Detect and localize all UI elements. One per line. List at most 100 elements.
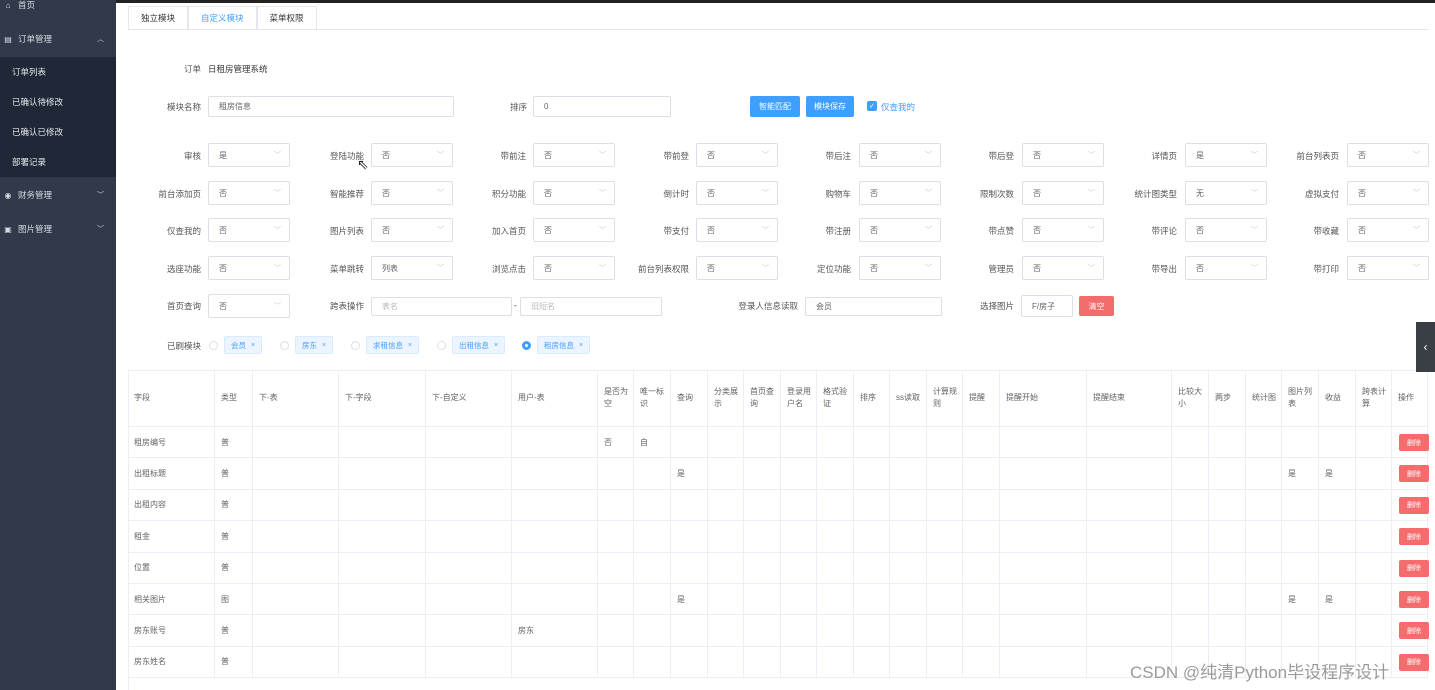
- table-cell: [817, 646, 854, 679]
- cross-table-name-input[interactable]: 表名: [371, 297, 512, 316]
- option-select[interactable]: 是 ﹀: [208, 143, 290, 167]
- module-radio[interactable]: [522, 341, 531, 350]
- option-select[interactable]: 否 ﹀: [533, 218, 615, 242]
- option-select[interactable]: 否 ﹀: [1022, 181, 1104, 205]
- module-save-button[interactable]: 模块保存: [806, 96, 854, 117]
- tab-menu-permission[interactable]: 菜单权限: [256, 6, 317, 29]
- option-select[interactable]: 否 ﹀: [1022, 256, 1104, 280]
- close-icon[interactable]: ×: [322, 342, 326, 349]
- option-select[interactable]: 否 ﹀: [1347, 218, 1429, 242]
- clear-image-button[interactable]: 清空: [1079, 296, 1114, 316]
- option-select[interactable]: 否 ﹀: [859, 143, 941, 167]
- option-select[interactable]: 否 ﹀: [696, 256, 778, 280]
- option-select[interactable]: 否 ﹀: [1185, 256, 1267, 280]
- module-radio[interactable]: [437, 341, 446, 350]
- option-select[interactable]: 否 ﹀: [208, 218, 290, 242]
- option-select[interactable]: 否 ﹀: [1347, 181, 1429, 205]
- table-cell: [927, 489, 963, 522]
- close-icon[interactable]: ×: [579, 342, 583, 349]
- chevron-down-icon: ﹀: [1088, 190, 1095, 197]
- sidebar-item-deploy-records[interactable]: 部署记录: [0, 147, 116, 177]
- option-select[interactable]: 否 ﹀: [1185, 218, 1267, 242]
- table-cell: [1319, 552, 1356, 584]
- option-select[interactable]: 否 ﹀: [208, 256, 290, 280]
- module-radio[interactable]: [351, 341, 360, 350]
- sidebar-item-order-management[interactable]: ▤ 订单管理 ︿: [0, 24, 116, 54]
- option-select[interactable]: 否 ﹀: [696, 143, 778, 167]
- option-select[interactable]: 否 ﹀: [1022, 143, 1104, 167]
- close-icon[interactable]: ×: [251, 342, 255, 349]
- option-select[interactable]: 否 ﹀: [533, 143, 615, 167]
- option-select[interactable]: 否 ﹀: [696, 218, 778, 242]
- delete-button[interactable]: 删除: [1399, 434, 1429, 451]
- close-icon[interactable]: ×: [494, 342, 498, 349]
- top-bar: [116, 0, 1435, 3]
- table-cell: [708, 552, 744, 584]
- option-select[interactable]: 否 ﹀: [859, 256, 941, 280]
- homepage-query-select[interactable]: 否 ﹀: [208, 294, 290, 318]
- sidebar-item-confirmed-pending[interactable]: 已确认待修改: [0, 87, 116, 117]
- only-mine-checkbox[interactable]: ✓: [867, 101, 877, 111]
- table-cell: [890, 489, 927, 522]
- module-tag[interactable]: 租房信息 ×: [537, 336, 591, 354]
- table-cell: [1246, 552, 1282, 584]
- close-icon[interactable]: ×: [408, 342, 412, 349]
- option-select[interactable]: 否 ﹀: [1347, 143, 1429, 167]
- option-select[interactable]: 否 ﹀: [371, 218, 453, 242]
- option-select[interactable]: 否 ﹀: [208, 181, 290, 205]
- collapse-panel-button[interactable]: ‹: [1416, 322, 1435, 372]
- option-select[interactable]: 否 ﹀: [696, 181, 778, 205]
- table-cell: 普: [215, 646, 253, 679]
- table-cell: 否: [598, 427, 634, 459]
- cross-table-field-input[interactable]: 旧短名: [520, 297, 662, 316]
- option-select[interactable]: 否 ﹀: [859, 181, 941, 205]
- module-tag[interactable]: 求租信息 ×: [366, 336, 420, 354]
- module-radio[interactable]: [209, 341, 218, 350]
- column-header: 统计图: [1246, 370, 1282, 427]
- option-select[interactable]: 否 ﹀: [1022, 218, 1104, 242]
- table-cell: [1282, 489, 1319, 522]
- chevron-down-icon: ﹀: [599, 227, 606, 234]
- login-info-input[interactable]: 会员: [805, 297, 942, 316]
- smart-match-button[interactable]: 智能匹配: [750, 96, 800, 117]
- delete-button[interactable]: 删除: [1399, 528, 1429, 546]
- option-select[interactable]: 否 ﹀: [533, 256, 615, 280]
- delete-button[interactable]: 删除: [1399, 591, 1429, 608]
- delete-button[interactable]: 删除: [1399, 496, 1429, 514]
- tab-independent-module[interactable]: 独立模块: [128, 6, 189, 29]
- module-radio[interactable]: [280, 341, 289, 350]
- option-select[interactable]: 否 ﹀: [1347, 256, 1429, 280]
- option-select[interactable]: 列表 ﹀: [371, 256, 453, 280]
- table-cell: [963, 552, 1000, 584]
- table-cell: [1087, 584, 1172, 616]
- table-cell: [1087, 458, 1172, 490]
- delete-button[interactable]: 删除: [1399, 622, 1429, 640]
- module-tag[interactable]: 会员 ×: [224, 336, 263, 354]
- table-cell: [744, 521, 781, 553]
- table-cell: [963, 615, 1000, 647]
- sort-input[interactable]: 0: [533, 96, 671, 117]
- table-cell: [512, 489, 598, 522]
- delete-button[interactable]: 删除: [1399, 653, 1429, 671]
- option-select[interactable]: 是 ﹀: [1185, 143, 1267, 167]
- module-tag[interactable]: 房东 ×: [295, 336, 334, 354]
- sidebar-item-order-list[interactable]: 订单列表: [0, 57, 116, 87]
- option-select[interactable]: 无 ﹀: [1185, 181, 1267, 205]
- module-name-input[interactable]: 租房信息: [208, 96, 454, 117]
- column-header: 格式验证: [817, 370, 854, 427]
- module-tag[interactable]: 出租信息 ×: [452, 336, 506, 354]
- table-cell: 是: [1319, 584, 1356, 616]
- tab-custom-module[interactable]: 自定义模块: [188, 6, 257, 29]
- sidebar-item-finance[interactable]: ◉ 财务管理 ﹀: [0, 180, 116, 210]
- sidebar-item-images[interactable]: ▣ 图片管理 ﹀: [0, 214, 116, 244]
- table-cell: [927, 584, 963, 616]
- sidebar-item-confirmed-modified[interactable]: 已确认已修改: [0, 117, 116, 147]
- sidebar-item-home[interactable]: ⌂ 首页: [0, 0, 116, 20]
- delete-button[interactable]: 删除: [1399, 559, 1429, 577]
- delete-button[interactable]: 删除: [1399, 465, 1429, 483]
- option-select[interactable]: 否 ﹀: [371, 181, 453, 205]
- option-select[interactable]: 否 ﹀: [371, 143, 453, 167]
- option-select[interactable]: 否 ﹀: [533, 181, 615, 205]
- option-select[interactable]: 否 ﹀: [859, 218, 941, 242]
- selected-image-value[interactable]: F/房子: [1021, 295, 1073, 317]
